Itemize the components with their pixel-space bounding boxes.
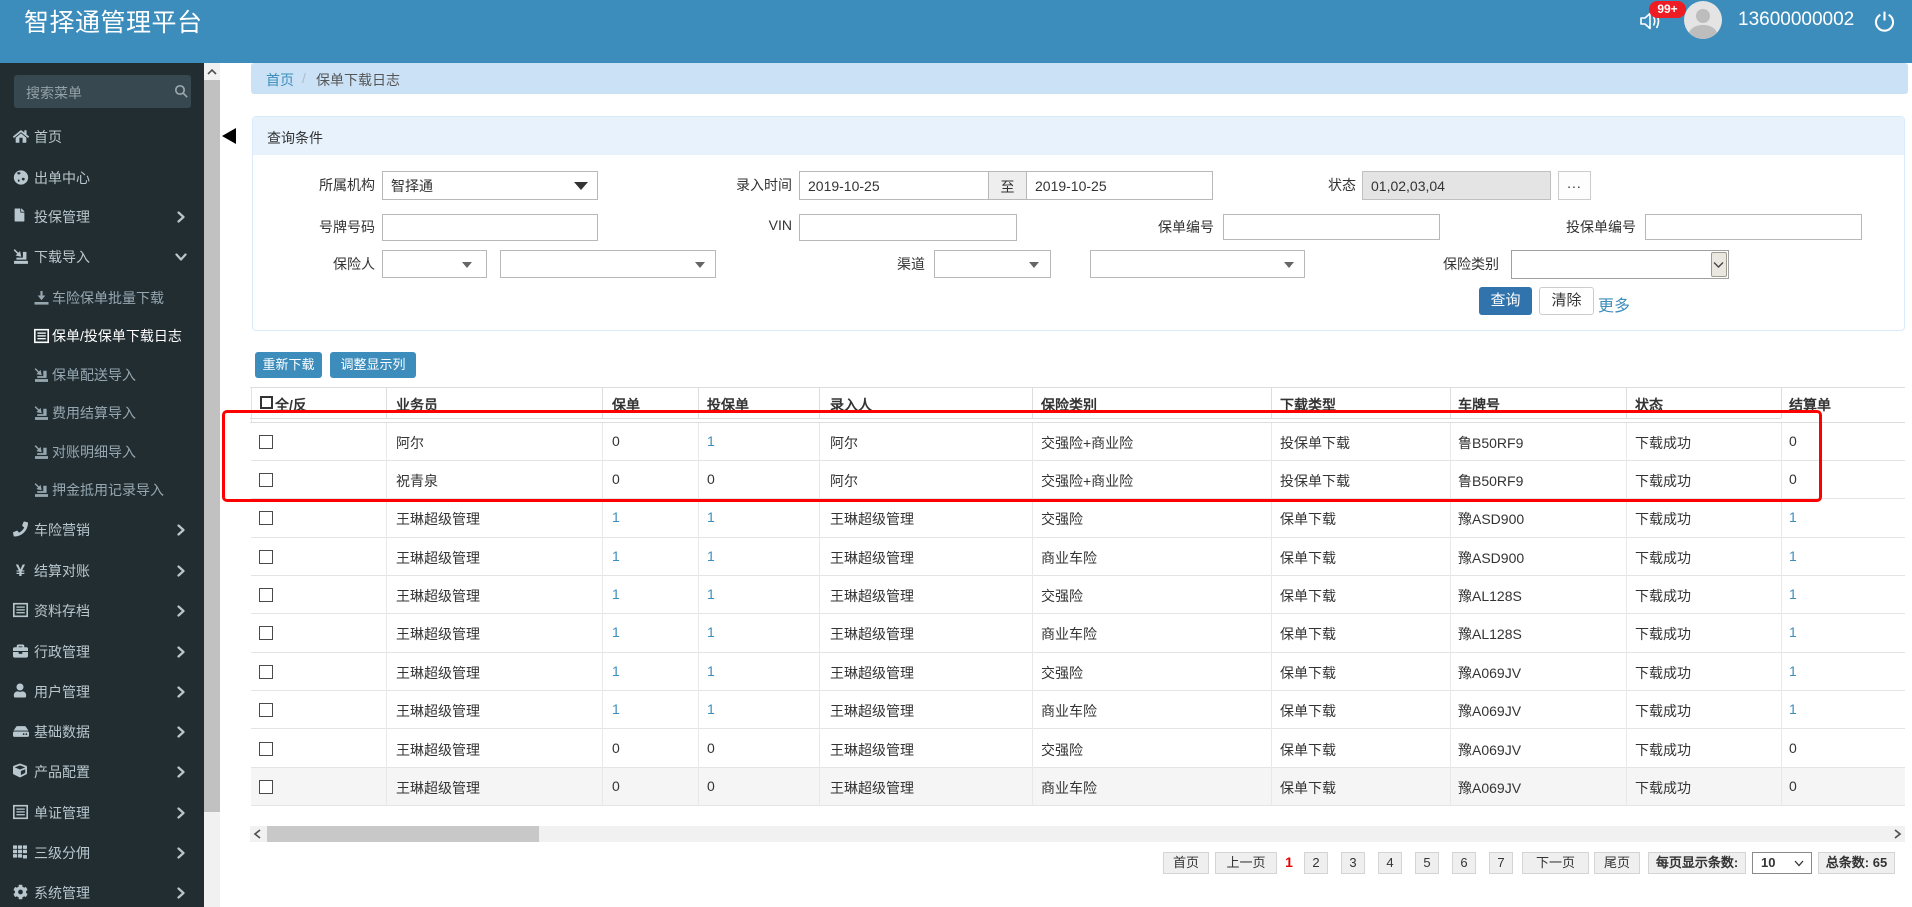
svg-text:¥: ¥ — [16, 562, 26, 577]
